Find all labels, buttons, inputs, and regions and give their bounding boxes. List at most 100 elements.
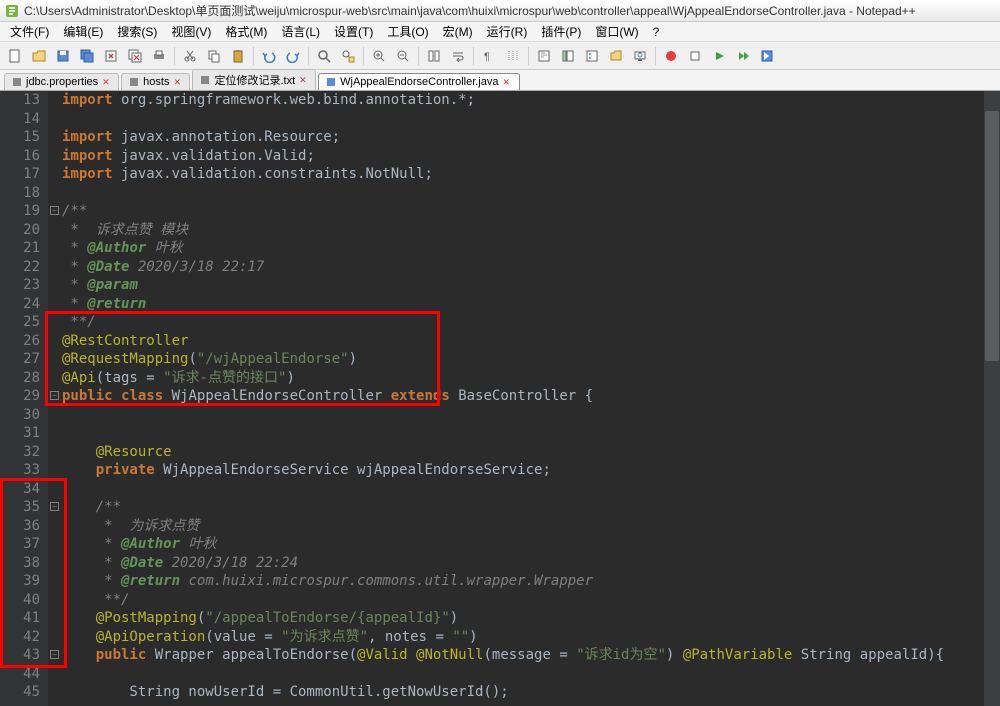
menu-item[interactable]: 搜索(S) bbox=[111, 21, 163, 42]
print-button[interactable] bbox=[148, 45, 170, 67]
line-number: 32 bbox=[0, 443, 40, 462]
code-line[interactable]: String nowUserId = CommonUtil.getNowUser… bbox=[62, 683, 1000, 702]
menu-item[interactable]: 语言(L) bbox=[275, 21, 326, 42]
code-line[interactable]: public Wrapper appealToEndorse(@Valid @N… bbox=[62, 646, 1000, 665]
code-line[interactable]: * 为诉求点赞 bbox=[62, 517, 1000, 536]
code-line[interactable]: * @return bbox=[62, 295, 1000, 314]
file-tab[interactable]: WjAppealEndorseController.java✕ bbox=[318, 73, 519, 90]
code-line[interactable]: /** bbox=[62, 498, 1000, 517]
fold-toggle[interactable]: − bbox=[50, 391, 59, 400]
find-button[interactable] bbox=[313, 45, 335, 67]
sync-scroll-button[interactable] bbox=[423, 45, 445, 67]
code-line[interactable]: **/ bbox=[62, 591, 1000, 610]
menu-item[interactable]: 宏(M) bbox=[437, 21, 479, 42]
fold-toggle[interactable]: − bbox=[50, 502, 59, 511]
open-file-button[interactable] bbox=[28, 45, 50, 67]
close-all-button[interactable] bbox=[124, 45, 146, 67]
code-line[interactable]: public class WjAppealEndorseController e… bbox=[62, 387, 1000, 406]
code-line[interactable]: @RequestMapping("/wjAppealEndorse") bbox=[62, 350, 1000, 369]
doc-list-button[interactable] bbox=[557, 45, 579, 67]
paste-button[interactable] bbox=[227, 45, 249, 67]
close-tab-icon[interactable]: ✕ bbox=[173, 77, 183, 87]
undo-button[interactable] bbox=[258, 45, 280, 67]
editor-area: 1314151617181920212223242526272829303132… bbox=[0, 91, 1000, 706]
code-line[interactable]: /** bbox=[62, 202, 1000, 221]
code-line[interactable]: * @return com.huixi.microspur.commons.ut… bbox=[62, 572, 1000, 591]
menu-item[interactable]: 运行(R) bbox=[481, 21, 534, 42]
file-tab[interactable]: 定位修改记录.txt✕ bbox=[192, 69, 316, 90]
doc-map-button[interactable] bbox=[533, 45, 555, 67]
code-line[interactable]: @PostMapping("/appealToEndorse/{appealId… bbox=[62, 609, 1000, 628]
code-line[interactable]: * @Date 2020/3/18 22:17 bbox=[62, 258, 1000, 277]
menu-item[interactable]: 视图(V) bbox=[165, 21, 217, 42]
code-line[interactable]: * @Author 叶秋 bbox=[62, 239, 1000, 258]
code-line[interactable]: @RestController bbox=[62, 332, 1000, 351]
play-multi-button[interactable] bbox=[732, 45, 754, 67]
file-tab[interactable]: jdbc.properties ✕ bbox=[4, 73, 119, 90]
code-line[interactable]: **/ bbox=[62, 313, 1000, 332]
code-line[interactable]: * @param bbox=[62, 276, 1000, 295]
code-line[interactable] bbox=[62, 665, 1000, 684]
vertical-scrollbar[interactable] bbox=[984, 91, 1000, 706]
menu-item[interactable]: 编辑(E) bbox=[57, 21, 109, 42]
copy-button[interactable] bbox=[203, 45, 225, 67]
menu-item[interactable]: 文件(F) bbox=[4, 21, 55, 42]
code-line[interactable] bbox=[62, 406, 1000, 425]
code-line[interactable] bbox=[62, 424, 1000, 443]
zoom-in-button[interactable] bbox=[368, 45, 390, 67]
file-tab[interactable]: hosts ✕ bbox=[121, 73, 190, 90]
new-file-button[interactable] bbox=[4, 45, 26, 67]
code-line[interactable]: * @Author 叶秋 bbox=[62, 535, 1000, 554]
close-tab-icon[interactable]: ✕ bbox=[102, 77, 112, 87]
code-line[interactable]: @Api(tags = "诉求-点赞的接口") bbox=[62, 369, 1000, 388]
menu-item[interactable]: 设置(T) bbox=[328, 21, 379, 42]
play-button[interactable] bbox=[708, 45, 730, 67]
indent-guide-button[interactable] bbox=[502, 45, 524, 67]
code-line[interactable]: import org.springframework.web.bind.anno… bbox=[62, 91, 1000, 110]
code-line[interactable] bbox=[62, 480, 1000, 499]
redo-button[interactable] bbox=[282, 45, 304, 67]
line-number: 33 bbox=[0, 461, 40, 480]
show-symbol-button[interactable]: ¶ bbox=[478, 45, 500, 67]
code-line[interactable]: import javax.annotation.Resource; bbox=[62, 128, 1000, 147]
record-button[interactable] bbox=[660, 45, 682, 67]
code-line[interactable] bbox=[62, 184, 1000, 203]
code-line[interactable]: import javax.validation.constraints.NotN… bbox=[62, 165, 1000, 184]
tab-label: hosts bbox=[143, 76, 169, 88]
toolbar-separator bbox=[473, 47, 474, 65]
code-line[interactable] bbox=[62, 110, 1000, 129]
word-wrap-button[interactable] bbox=[447, 45, 469, 67]
fold-toggle[interactable]: − bbox=[50, 650, 59, 659]
scrollbar-thumb[interactable] bbox=[985, 111, 999, 361]
fold-toggle[interactable]: − bbox=[50, 206, 59, 215]
code-content[interactable]: import org.springframework.web.bind.anno… bbox=[62, 91, 1000, 706]
code-line[interactable]: @ApiOperation(value = "为诉求点赞", notes = "… bbox=[62, 628, 1000, 647]
menu-item[interactable]: 插件(P) bbox=[535, 21, 587, 42]
stop-button[interactable] bbox=[684, 45, 706, 67]
folder-button[interactable] bbox=[605, 45, 627, 67]
line-number: 15 bbox=[0, 128, 40, 147]
close-tab-icon[interactable]: ✕ bbox=[299, 75, 309, 85]
save-macro-button[interactable] bbox=[756, 45, 778, 67]
monitor-button[interactable] bbox=[629, 45, 651, 67]
tab-label: jdbc.properties bbox=[26, 76, 98, 88]
menu-item[interactable]: ? bbox=[647, 23, 666, 41]
menu-item[interactable]: 格式(M) bbox=[219, 21, 273, 42]
zoom-out-button[interactable] bbox=[392, 45, 414, 67]
close-tab-icon[interactable]: ✕ bbox=[503, 77, 513, 87]
file-icon bbox=[11, 76, 23, 88]
line-number: 13 bbox=[0, 91, 40, 110]
save-button[interactable] bbox=[52, 45, 74, 67]
func-list-button[interactable] bbox=[581, 45, 603, 67]
code-line[interactable]: private WjAppealEndorseService wjAppealE… bbox=[62, 461, 1000, 480]
code-line[interactable]: * 诉求点赞 模块 bbox=[62, 221, 1000, 240]
menu-item[interactable]: 窗口(W) bbox=[589, 21, 644, 42]
replace-button[interactable] bbox=[337, 45, 359, 67]
code-line[interactable]: import javax.validation.Valid; bbox=[62, 147, 1000, 166]
code-line[interactable]: @Resource bbox=[62, 443, 1000, 462]
save-all-button[interactable] bbox=[76, 45, 98, 67]
code-line[interactable]: * @Date 2020/3/18 22:24 bbox=[62, 554, 1000, 573]
close-button[interactable] bbox=[100, 45, 122, 67]
cut-button[interactable] bbox=[179, 45, 201, 67]
menu-item[interactable]: 工具(O) bbox=[381, 21, 434, 42]
